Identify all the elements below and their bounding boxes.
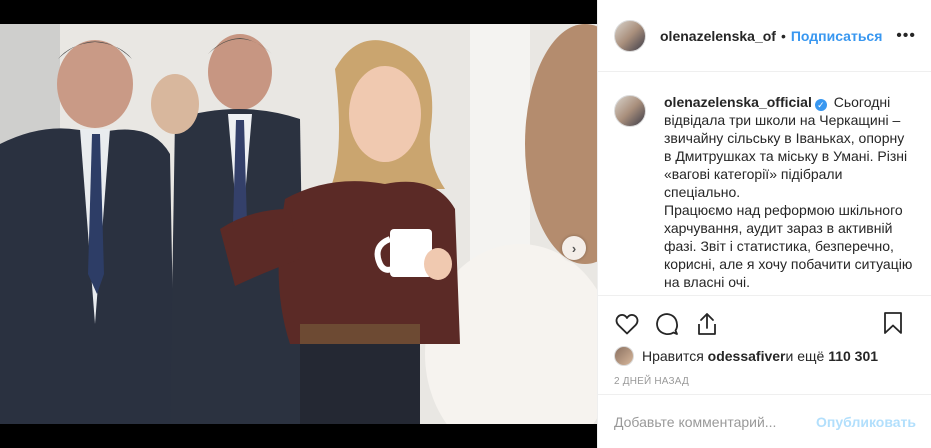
like-button[interactable] bbox=[614, 311, 640, 337]
caption-username[interactable]: olenazelenska_official bbox=[664, 94, 812, 110]
follow-button[interactable]: Подписаться bbox=[791, 28, 883, 44]
caption-avatar[interactable] bbox=[614, 95, 646, 127]
caption-scroll-area[interactable]: olenazelenska_official ✓ Сьогодні відвіда… bbox=[598, 73, 931, 295]
bookmark-icon bbox=[884, 312, 902, 334]
share-button[interactable] bbox=[694, 311, 720, 337]
post-sidebar: olenazelenska_of • Подписаться ••• olena… bbox=[597, 0, 931, 448]
likes-prefix: Нравится bbox=[642, 348, 704, 364]
avatar[interactable] bbox=[614, 19, 646, 52]
comment-form: Опубликовать bbox=[598, 394, 931, 448]
action-bar bbox=[598, 296, 931, 344]
publish-button[interactable]: Опубликовать bbox=[816, 414, 916, 430]
post-actions-block: Нравится odessafiver и ещё 110 301 2 ДНЕ… bbox=[598, 295, 931, 387]
header-separator: • bbox=[780, 27, 786, 44]
caption: olenazelenska_official ✓ Сьогодні відвіда… bbox=[614, 93, 916, 291]
comment-button[interactable] bbox=[654, 311, 680, 337]
instagram-post-modal: › olenazelenska_of • Подписаться ••• ole… bbox=[0, 0, 931, 448]
comment-icon bbox=[656, 313, 678, 335]
post-timestamp[interactable]: 2 ДНЕЙ НАЗАД bbox=[598, 368, 931, 387]
verified-icon: ✓ bbox=[814, 99, 827, 111]
chevron-right-icon: › bbox=[571, 240, 577, 256]
liker-username[interactable]: odessafiver bbox=[708, 348, 786, 364]
share-icon bbox=[698, 313, 716, 335]
save-button[interactable] bbox=[880, 310, 906, 336]
likes-summary: Нравится odessafiver и ещё 110 301 bbox=[598, 344, 931, 368]
post-header: olenazelenska_of • Подписаться ••• bbox=[598, 0, 931, 72]
post-media: › bbox=[0, 0, 597, 448]
photo-illustration bbox=[0, 24, 597, 424]
heart-icon bbox=[615, 314, 639, 335]
more-options-icon[interactable]: ••• bbox=[896, 27, 916, 45]
liker-avatar[interactable] bbox=[614, 346, 634, 366]
likes-middle: и ещё bbox=[785, 348, 825, 364]
post-photo[interactable]: › bbox=[0, 24, 597, 424]
caption-paragraph-2: Працюємо над реформою шкільного харчуван… bbox=[664, 202, 913, 290]
caption-text: olenazelenska_official ✓ Сьогодні відвіда… bbox=[664, 93, 914, 291]
comment-input[interactable] bbox=[614, 413, 817, 430]
likes-count[interactable]: 110 301 bbox=[828, 348, 878, 364]
next-slide-button[interactable]: › bbox=[562, 236, 586, 260]
header-username[interactable]: olenazelenska_of bbox=[660, 28, 776, 44]
